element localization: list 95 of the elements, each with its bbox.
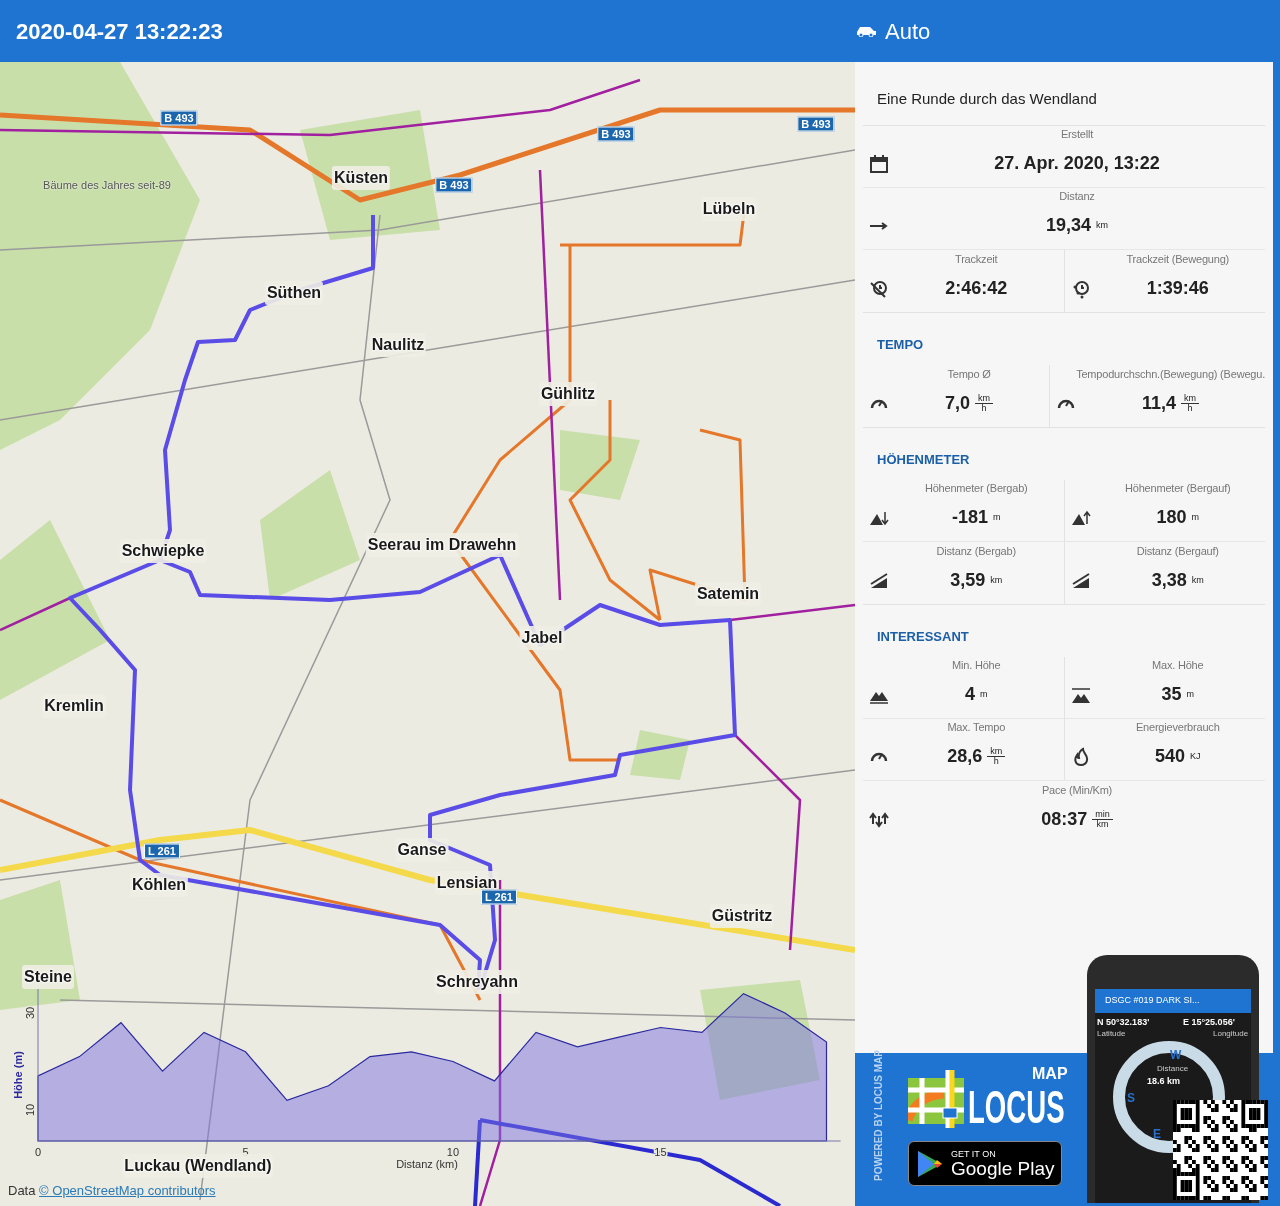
stat-value: 35 (1161, 683, 1182, 706)
x-tick-label: 0 (34, 1146, 42, 1158)
place-label: Seerau im Drawehn (365, 533, 519, 557)
y-tick-label: 30 (24, 1006, 36, 1020)
road-number: B 493 (597, 126, 635, 142)
stat-label: Min. Höhe (952, 657, 1001, 673)
road-number: B 493 (435, 177, 473, 193)
place-label: Jabel (519, 626, 565, 650)
timestamp: 2020-04-27 13:22:23 (16, 17, 224, 46)
stat-label: Energieverbrauch (1135, 719, 1220, 735)
distance-value: 18.6 km (1147, 1075, 1181, 1088)
section-heading: HÖHENMETER (876, 451, 971, 469)
unit-label: m (1191, 510, 1199, 524)
stat-label: Trackzeit (955, 251, 998, 267)
place-label: Luckau (Wendland) (122, 1154, 274, 1178)
stat-label: Max. Tempo (947, 719, 1006, 735)
clock-icon (869, 279, 889, 299)
x-axis-label: Distanz (km) (396, 1158, 458, 1170)
stat-label: Pace (Min/Km) (1041, 782, 1113, 798)
stat-value: 28,6 (947, 745, 983, 768)
stat-value: -181 (952, 506, 988, 529)
place-label: Steine (22, 965, 74, 989)
unit-label: m (980, 687, 988, 701)
stat-label: Tempodurchschn.(Bewegung) (Bewegu. (1076, 366, 1265, 382)
slope-icon (1070, 571, 1091, 591)
road-number: L 261 (481, 889, 517, 905)
stat-value: 1:39:46 (1146, 277, 1209, 300)
x-tick-label: 10 (446, 1146, 460, 1158)
track-name: Eine Runde durch das Wendland (876, 89, 1098, 109)
play-icon (917, 1149, 943, 1178)
longitude-label: Longitude (1213, 1028, 1249, 1040)
latitude-label: Latitude (1097, 1028, 1126, 1040)
longitude-value: E 15°25.056' (1183, 1016, 1235, 1029)
place-label: Gühlitz (538, 382, 598, 406)
map-logo-icon (908, 1070, 966, 1128)
store-badge[interactable]: GET IT ON Google Play (908, 1141, 1062, 1186)
stat-value: 7,0 (945, 392, 971, 415)
unit-label: KJ (1190, 749, 1201, 763)
stat-label: Höhenmeter (Bergauf) (1125, 480, 1231, 496)
mountain-icon (1070, 508, 1091, 528)
stat-label: Distanz (Bergab) (936, 543, 1016, 559)
logo-wordmark: LOCUS (968, 1085, 1065, 1129)
unit-fraction: km h (1181, 394, 1200, 413)
road-number: L 261 (144, 843, 180, 859)
app-bar-title: DSGC #019 DARK SI... (1095, 989, 1251, 1013)
stat-value: 2:46:42 (945, 277, 1008, 300)
calendar-icon (869, 154, 889, 174)
car-icon (855, 25, 877, 37)
stat-label: Höhenmeter (Bergab) (924, 480, 1028, 496)
section-heading: INTERESSANT (876, 628, 970, 646)
road-number: B 493 (160, 110, 198, 126)
stat-value: 180 (1156, 506, 1187, 529)
place-label: Küsten (331, 166, 391, 190)
place-label: Schreyahn (434, 970, 520, 994)
unit-label: m (1186, 687, 1194, 701)
slope-icon (869, 571, 889, 591)
arrows-icon (869, 810, 889, 830)
stat-label: Distanz (Bergauf) (1136, 543, 1219, 559)
logo-subtitle: MAP (1032, 1065, 1068, 1083)
attribution-text: Data (8, 1182, 37, 1198)
latitude-value: N 50°32.183' (1097, 1016, 1150, 1029)
y-tick-label: 10 (24, 1103, 36, 1117)
stat-value: 540 (1154, 745, 1185, 768)
road-number: B 493 (797, 116, 835, 132)
unit-fraction: km h (987, 747, 1006, 766)
place-label: Süthen (264, 281, 324, 305)
stat-label: Erstellt (1061, 126, 1093, 142)
stat-label: Tempo Ø (947, 366, 991, 382)
stat-value: 3,59 (950, 569, 986, 592)
compass-letter: E (1153, 1126, 1161, 1143)
stat-value: 08:37 (1041, 808, 1088, 831)
mountain-icon (1070, 685, 1091, 705)
stat-label: Max. Höhe (1152, 657, 1204, 673)
powered-by-text: POWERED BY LOCUS MAP (872, 1050, 885, 1181)
stat-value: 11,4 (1142, 392, 1177, 415)
stat-value: 19,34 (1045, 214, 1091, 237)
stat-value: 4 (965, 683, 975, 706)
unit-fraction: min km (1092, 810, 1113, 829)
attribution-link[interactable]: © OpenStreetMap contributors (39, 1182, 216, 1198)
map-note: Bäume des Jahres seit-89 (43, 177, 171, 193)
unit-label: km (990, 573, 1003, 587)
y-axis-label: Höhe (m) (12, 1051, 24, 1099)
unit-label: m (993, 510, 1001, 524)
compass-letter: S (1127, 1090, 1135, 1107)
stat-value: 3,38 (1151, 569, 1187, 592)
stat-label: Distanz (1059, 188, 1095, 204)
activity-type: Auto (885, 17, 931, 46)
unit-label: km (1096, 218, 1108, 232)
stat-label: Trackzeit (Bewegung) (1126, 251, 1230, 267)
place-label: Schwiepke (119, 539, 207, 563)
distance-label: Distance (1157, 1063, 1189, 1075)
unit-fraction: km h (975, 394, 994, 413)
unit-label: km (1191, 573, 1204, 587)
section-heading: TEMPO (876, 336, 925, 354)
stat-value: 27. Apr. 2020, 13:22 (994, 152, 1160, 175)
